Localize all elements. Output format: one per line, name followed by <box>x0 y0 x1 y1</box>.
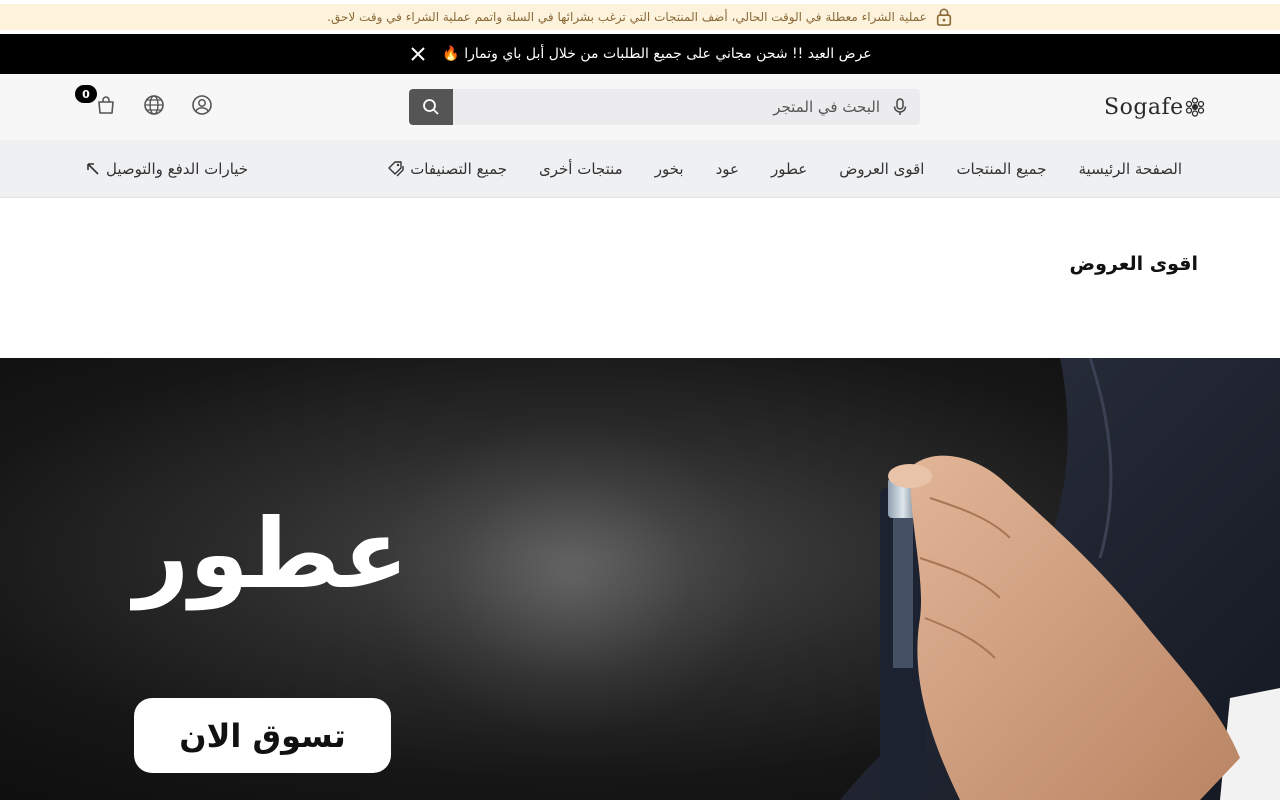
hero-banner[interactable]: عطور تسوق الان <box>0 358 1280 800</box>
account-button[interactable] <box>191 94 213 116</box>
nav-item-home[interactable]: الصفحة الرئيسية <box>1079 160 1183 178</box>
header-actions: 0 <box>75 85 213 116</box>
perfume-mist-image <box>380 418 760 738</box>
nav-item-all-categories-label: جميع التصنيفات <box>410 160 508 178</box>
nav-item-other-products[interactable]: منتجات أخرى <box>539 160 623 178</box>
shopping-bag-icon <box>98 96 114 114</box>
close-promo-button[interactable] <box>408 44 428 64</box>
main-nav: الصفحة الرئيسية جميع المنتجات اقوى العرو… <box>0 140 1280 198</box>
perfume-hand-image <box>840 358 1280 800</box>
lock-icon <box>936 8 951 26</box>
site-header: 0 البحث في المتجر Sogafe <box>0 74 1280 140</box>
search-button[interactable] <box>409 89 453 125</box>
search-bar <box>409 89 920 125</box>
promo-bar: عرض العيد !! شحن مجاني على جميع الطلبات … <box>0 34 1280 74</box>
hero-title: عطور <box>134 498 409 610</box>
globe-icon <box>144 95 164 115</box>
cart-count-badge: 0 <box>75 85 97 103</box>
cart-button[interactable]: 0 <box>75 85 117 116</box>
nav-item-oud[interactable]: عود <box>716 160 739 178</box>
shop-now-button[interactable]: تسوق الان <box>134 698 391 773</box>
section-title: اقوى العروض <box>1069 253 1198 275</box>
nav-item-all-categories[interactable]: جميع التصنيفات <box>388 160 507 178</box>
logo-text: Sogafe <box>1104 94 1184 120</box>
user-icon <box>192 95 212 115</box>
search-input[interactable] <box>453 89 920 125</box>
nav-menu: الصفحة الرئيسية جميع المنتجات اقوى العرو… <box>388 140 1182 198</box>
tags-icon <box>388 161 404 177</box>
microphone-icon[interactable] <box>892 98 908 116</box>
notice-banner: عملية الشراء معطلة في الوقت الحالي، أضف … <box>0 4 1280 30</box>
site-logo[interactable]: Sogafe <box>1104 91 1205 123</box>
nav-item-incense[interactable]: بخور <box>655 160 684 178</box>
notice-text: عملية الشراء معطلة في الوقت الحالي، أضف … <box>327 10 927 24</box>
close-icon <box>411 47 426 61</box>
notice-bar: عملية الشراء معطلة في الوقت الحالي، أضف … <box>0 0 1280 34</box>
nav-item-best-offers[interactable]: اقوى العروض <box>839 160 924 178</box>
payment-delivery-label: خيارات الدفع والتوصيل <box>106 160 249 178</box>
logo-flower-icon <box>1185 97 1204 117</box>
payment-delivery-link[interactable]: خيارات الدفع والتوصيل <box>86 140 248 198</box>
nav-item-all-products[interactable]: جميع المنتجات <box>956 160 1046 178</box>
nav-item-perfumes[interactable]: عطور <box>771 160 807 178</box>
language-button[interactable] <box>143 94 165 116</box>
arrow-up-left-icon <box>87 163 99 175</box>
search-icon <box>423 99 439 115</box>
promo-text: عرض العيد !! شحن مجاني على جميع الطلبات … <box>442 46 872 62</box>
